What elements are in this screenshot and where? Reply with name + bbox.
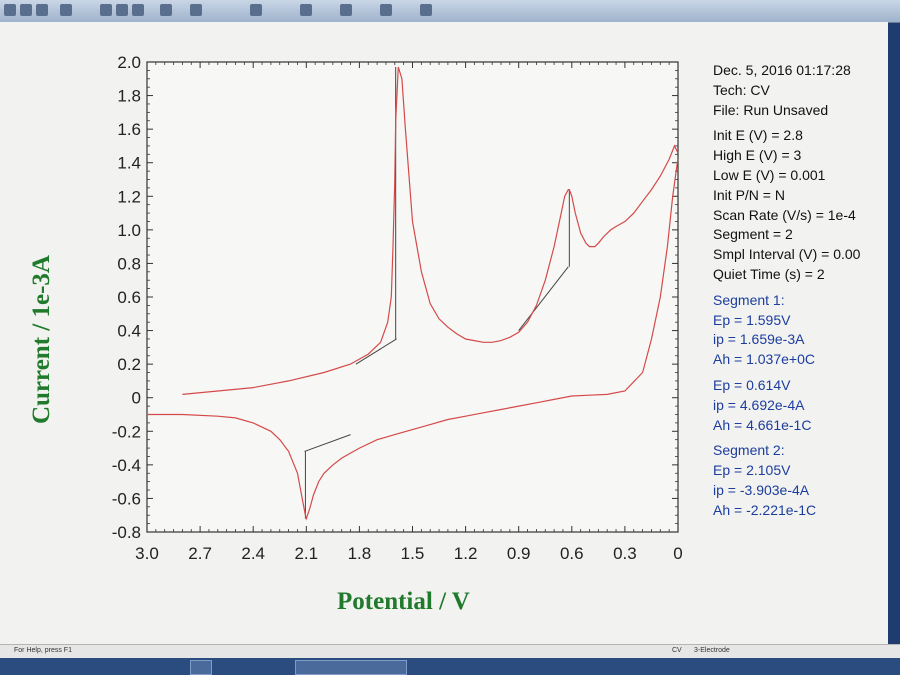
technique: Tech: CV [713, 81, 770, 98]
taskbar-item[interactable] [295, 660, 407, 675]
file-name: File: Run Unsaved [713, 101, 829, 118]
y-tick-label: -0.6 [112, 489, 141, 508]
x-tick-label: 1.8 [348, 544, 372, 563]
x-tick-label: 1.5 [401, 544, 425, 563]
x-tick-label: 2.7 [188, 544, 212, 563]
param-init-e: Init E (V) = 2.8 [713, 127, 803, 144]
x-axis-label: Potential / V [337, 588, 470, 615]
param-low-e: Low E (V) = 0.001 [713, 166, 826, 183]
y-tick-label: 0.4 [117, 322, 141, 341]
y-tick-label: 2.0 [117, 53, 141, 72]
segment2-ah: Ah = -2.221e-1C [713, 501, 817, 518]
segment1-ip: ip = 1.659e-3A [713, 331, 805, 348]
y-tick-label: -0.2 [112, 422, 141, 441]
y-tick-label: 0.8 [117, 254, 141, 273]
experiment-info-panel: Dec. 5, 2016 01:17:28 Tech: CV File: Run… [713, 61, 860, 521]
y-tick-label: -0.8 [112, 523, 141, 542]
y-tick-label: 1.2 [117, 187, 141, 206]
param-quiet-time: Quiet Time (s) = 2 [713, 265, 825, 282]
segment1b-ah: Ah = 4.661e-1C [713, 416, 812, 433]
taskbar [0, 658, 900, 675]
y-tick-label: 0.2 [117, 355, 141, 374]
status-bar: For Help, press F1 CV 3-Electrode [0, 644, 900, 659]
segment1b-ip: ip = 4.692e-4A [713, 396, 805, 413]
segment2-ip: ip = -3.903e-4A [713, 481, 810, 498]
segment1b-ep: Ep = 0.614V [713, 376, 791, 393]
plot-area [146, 61, 679, 533]
param-scan-rate: Scan Rate (V/s) = 1e-4 [713, 206, 856, 223]
y-tick-label: 1.8 [117, 87, 141, 106]
y-axis-label: Current / 1e-3A [28, 255, 55, 424]
y-tick-label: 0.6 [117, 288, 141, 307]
y-tick-label: -0.4 [112, 456, 141, 475]
y-tick-label: 0 [132, 389, 141, 408]
status-electrode: 3-Electrode [694, 647, 730, 654]
status-help-text: For Help, press F1 [14, 647, 72, 654]
y-tick-label: 1.4 [117, 154, 141, 173]
x-tick-label: 0.9 [507, 544, 531, 563]
segment1-ah: Ah = 1.037e+0C [713, 351, 815, 368]
date-time: Dec. 5, 2016 01:17:28 [713, 62, 851, 78]
y-tick-label: 1.0 [117, 221, 141, 240]
segment2-ep: Ep = 2.105V [713, 462, 791, 479]
param-init-pn: Init P/N = N [713, 186, 785, 203]
x-tick-label: 0.6 [560, 544, 584, 563]
y-tick-label: 1.6 [117, 120, 141, 139]
status-technique: CV [672, 647, 682, 654]
segment1-ep: Ep = 1.595V [713, 311, 791, 328]
param-segment: Segment = 2 [713, 226, 793, 243]
param-high-e: High E (V) = 3 [713, 147, 802, 164]
x-tick-label: 3.0 [135, 544, 159, 563]
x-tick-label: 0.3 [613, 544, 637, 563]
x-tick-label: 2.4 [241, 544, 265, 563]
x-tick-label: 2.1 [294, 544, 318, 563]
x-tick-label: 0 [673, 544, 682, 563]
x-tick-label: 1.2 [454, 544, 478, 563]
segment1-title: Segment 1: [713, 291, 785, 308]
taskbar-item[interactable] [190, 660, 212, 675]
param-smpl-interval: Smpl Interval (V) = 0.00 [713, 246, 861, 263]
segment2-title: Segment 2: [713, 442, 785, 459]
